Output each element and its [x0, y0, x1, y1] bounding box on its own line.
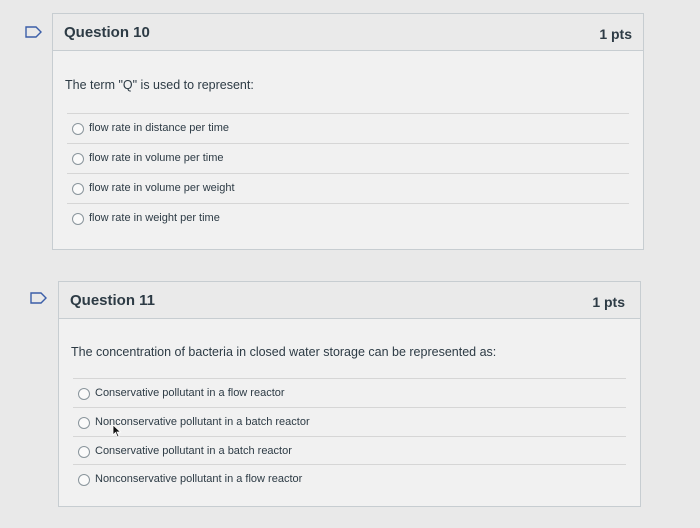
question-10-points: 1 pts — [599, 26, 632, 42]
answer-label[interactable]: Conservative pollutant in a batch reacto… — [95, 445, 292, 457]
answer-option[interactable]: flow rate in volume per weight — [67, 173, 629, 204]
answer-label[interactable]: Nonconservative pollutant in a batch rea… — [95, 416, 310, 428]
flag-question-11-icon[interactable] — [30, 292, 48, 304]
answer-option[interactable]: Conservative pollutant in a flow reactor — [73, 378, 626, 409]
answer-label[interactable]: flow rate in volume per time — [89, 152, 224, 164]
question-11-points: 1 pts — [592, 294, 625, 310]
radio-icon[interactable] — [72, 183, 84, 195]
radio-icon[interactable] — [78, 474, 90, 486]
answer-option[interactable]: Nonconservative pollutant in a flow reac… — [73, 464, 626, 495]
question-11-title: Question 11 — [70, 292, 156, 309]
question-11-card: Question 11 1 pts The concentration of b… — [58, 281, 641, 507]
flag-question-10-icon[interactable] — [25, 26, 43, 38]
radio-icon[interactable] — [78, 388, 90, 400]
answer-option[interactable]: Nonconservative pollutant in a batch rea… — [73, 407, 626, 438]
question-11-text: The concentration of bacteria in closed … — [71, 345, 497, 359]
radio-icon[interactable] — [72, 123, 84, 135]
answer-label[interactable]: flow rate in volume per weight — [89, 182, 235, 194]
answer-label[interactable]: flow rate in distance per time — [89, 122, 229, 134]
answer-label[interactable]: flow rate in weight per time — [89, 212, 220, 224]
answer-option[interactable]: flow rate in weight per time — [67, 203, 629, 234]
radio-icon[interactable] — [78, 417, 90, 429]
answer-label[interactable]: Nonconservative pollutant in a flow reac… — [95, 473, 302, 485]
radio-icon[interactable] — [72, 213, 84, 225]
question-10-title: Question 10 — [64, 24, 150, 41]
question-10-text: The term "Q" is used to represent: — [65, 78, 254, 92]
answer-option[interactable]: flow rate in volume per time — [67, 143, 629, 174]
question-11-header: Question 11 1 pts — [59, 282, 640, 319]
answer-label[interactable]: Conservative pollutant in a flow reactor — [95, 387, 285, 399]
radio-icon[interactable] — [78, 446, 90, 458]
answer-option[interactable]: Conservative pollutant in a batch reacto… — [73, 436, 626, 467]
question-10-header: Question 10 1 pts — [53, 14, 643, 51]
radio-icon[interactable] — [72, 153, 84, 165]
answer-option[interactable]: flow rate in distance per time — [67, 113, 629, 144]
mouse-pointer-icon — [112, 424, 122, 438]
question-10-card: Question 10 1 pts The term "Q" is used t… — [52, 13, 644, 250]
